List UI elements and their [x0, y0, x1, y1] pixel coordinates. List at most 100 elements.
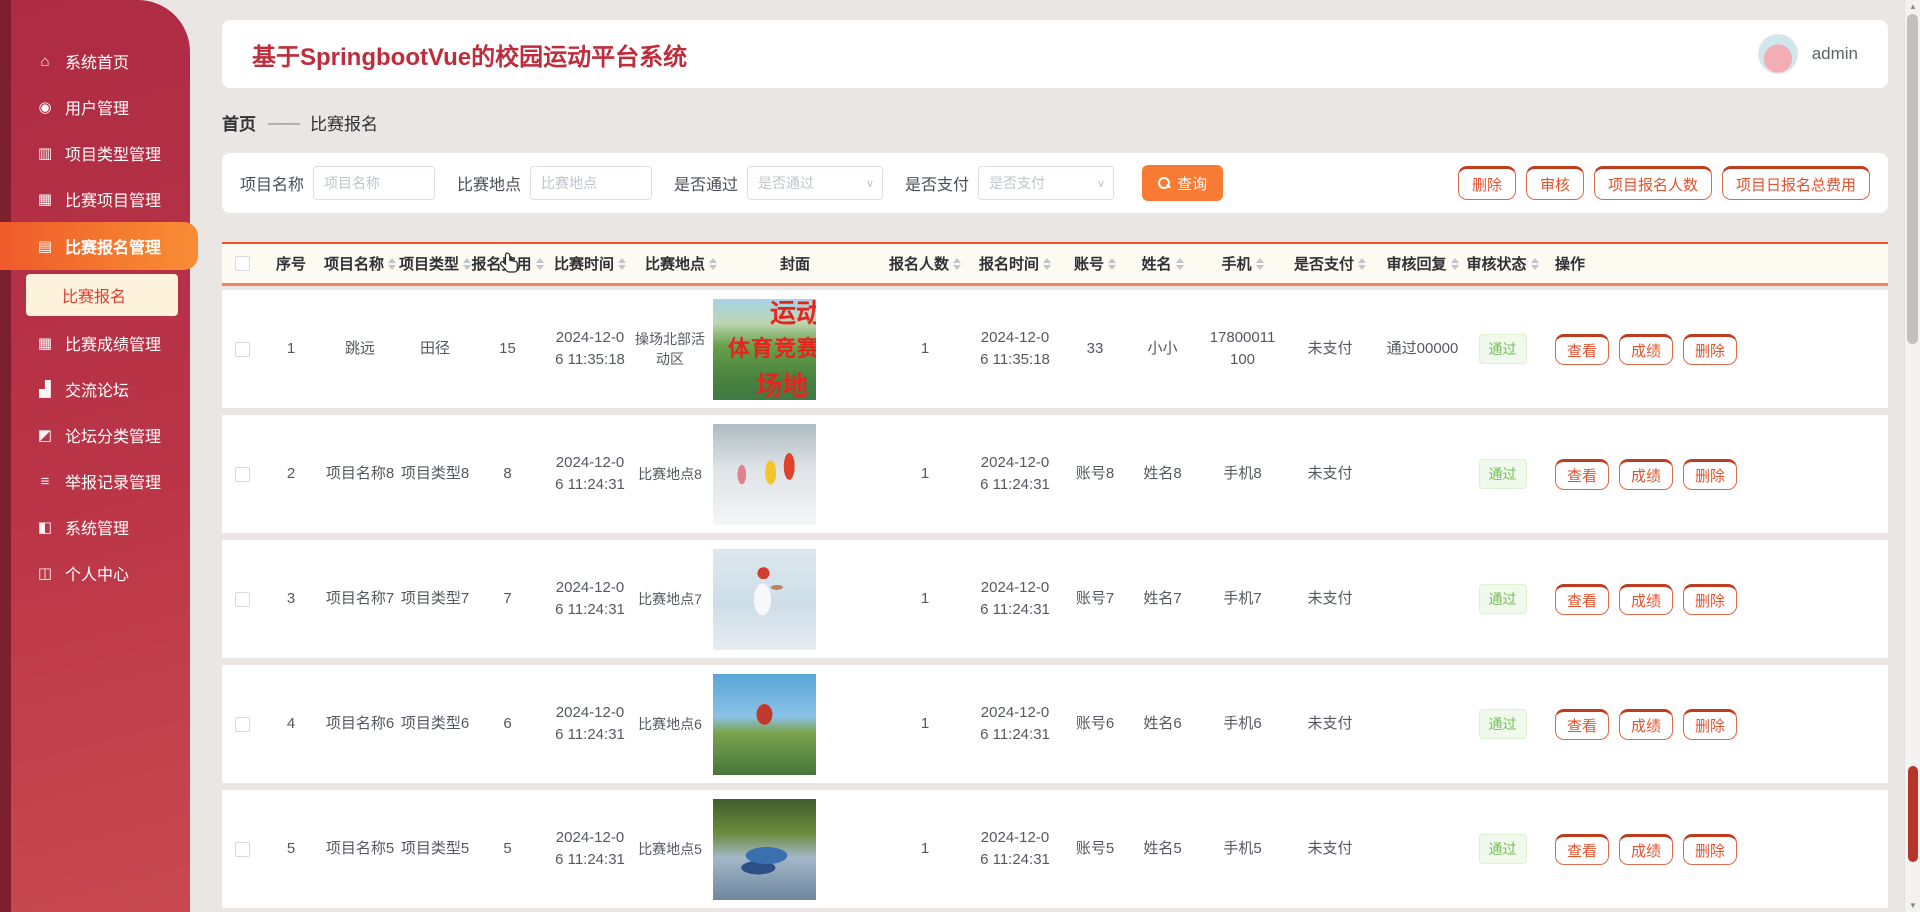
sort-carets-icon[interactable]	[388, 257, 396, 270]
column-header[interactable]: 审核回复	[1375, 253, 1470, 274]
row-checkbox[interactable]	[234, 341, 250, 357]
view-button[interactable]: 查看	[1555, 833, 1610, 865]
column-header[interactable]: 操作	[1535, 253, 1888, 274]
view-button[interactable]: 查看	[1555, 333, 1610, 365]
row-checkbox[interactable]	[234, 591, 250, 607]
row-checkbox[interactable]	[234, 841, 250, 857]
score-button[interactable]: 成绩	[1619, 708, 1674, 740]
column-header[interactable]: 是否支付	[1285, 253, 1375, 274]
sidebar-item[interactable]: ⌂ 系统首页	[0, 38, 190, 84]
score-button[interactable]: 成绩	[1619, 583, 1674, 615]
scroll-down-icon[interactable]: ▼	[1905, 901, 1920, 910]
scroll-up-icon[interactable]: ▲	[1905, 2, 1920, 11]
project-name-input[interactable]	[313, 166, 436, 200]
column-header[interactable]: 序号	[262, 253, 320, 274]
avatar[interactable]	[1757, 34, 1798, 74]
row-checkbox[interactable]	[234, 716, 250, 732]
sort-carets-icon[interactable]	[1175, 257, 1184, 270]
toolbar-button[interactable]: 项目报名人数	[1593, 166, 1712, 200]
filter-pass-label: 是否通过	[674, 177, 739, 194]
column-header[interactable]: 报名时间	[965, 253, 1065, 274]
delete-button[interactable]: 删除	[1683, 583, 1738, 615]
cell-phone: 手机8	[1223, 465, 1262, 483]
user-box[interactable]: admin	[1757, 34, 1858, 74]
column-header[interactable]: 账号	[1065, 253, 1125, 274]
scrollbar-thumb[interactable]	[1907, 14, 1918, 344]
cover-image[interactable]	[713, 798, 816, 900]
sort-carets-icon[interactable]	[1255, 257, 1264, 270]
cover-image[interactable]	[713, 423, 816, 525]
filter-location-label: 比赛地点	[457, 177, 522, 194]
column-header[interactable]: 比赛时间	[545, 253, 635, 274]
inner-scrollbar-thumb[interactable]	[1908, 766, 1918, 862]
sidebar-item[interactable]: ▤ 比赛报名管理	[0, 222, 198, 270]
cell-project-type: 田径	[419, 340, 450, 358]
match-location-input[interactable]	[530, 166, 653, 200]
vertical-scrollbar[interactable]: ▲ ▼	[1904, 0, 1920, 912]
cover-image[interactable]: 运动 体育竞赛 场地	[713, 298, 816, 400]
sidebar-item[interactable]: ▦ 比赛成绩管理	[0, 320, 190, 366]
toolbar-button[interactable]: 审核	[1525, 166, 1584, 200]
cell-actions: 查看 成绩 删除	[1535, 708, 1888, 740]
cell-signup-count: 1	[920, 590, 930, 608]
cell-username: 姓名8	[1143, 465, 1182, 483]
score-button[interactable]: 成绩	[1619, 458, 1674, 490]
sidebar-item-label: 系统首页	[65, 55, 130, 72]
column-header[interactable]: 项目类型	[399, 253, 472, 274]
column-header[interactable]: 姓名	[1125, 253, 1200, 274]
row-checkbox[interactable]	[234, 466, 250, 482]
breadcrumb-home[interactable]: 首页	[222, 110, 256, 135]
delete-button[interactable]: 删除	[1683, 708, 1738, 740]
table-row: 5 项目名称5 项目类型5 5 2024-12-06 11:24:31 比赛地点…	[222, 790, 1888, 908]
score-button[interactable]: 成绩	[1619, 833, 1674, 865]
filter-bar: 项目名称 比赛地点 是否通过 是否通过 ∨ 是否支付 是否支付 ∨	[222, 153, 1888, 213]
delete-button[interactable]: 删除	[1683, 333, 1738, 365]
home-icon: ⌂	[40, 52, 50, 70]
sort-carets-icon[interactable]	[1043, 257, 1051, 270]
score-button[interactable]: 成绩	[1619, 333, 1674, 365]
delete-button[interactable]: 删除	[1683, 833, 1738, 865]
sort-carets-icon[interactable]	[618, 257, 626, 270]
select-all-checkbox[interactable]	[234, 256, 250, 271]
sidebar-submenu-item[interactable]: 比赛报名	[26, 274, 178, 316]
view-button[interactable]: 查看	[1555, 458, 1610, 490]
view-button[interactable]: 查看	[1555, 583, 1610, 615]
pay-select[interactable]: 是否支付 ∨	[978, 166, 1115, 200]
toolbar-button[interactable]: 项目日报名总费用	[1721, 166, 1870, 200]
delete-button[interactable]: 删除	[1683, 458, 1738, 490]
sort-carets-icon[interactable]	[535, 257, 544, 270]
sort-carets-icon[interactable]	[1358, 257, 1366, 270]
cover-image[interactable]	[713, 673, 816, 775]
cell-account: 33	[1086, 340, 1104, 358]
sidebar-item[interactable]: ▦ 比赛项目管理	[0, 176, 190, 222]
column-header[interactable]: 报名人数	[885, 253, 965, 274]
table-row: 3 项目名称7 项目类型7 7 2024-12-06 11:24:31 比赛地点…	[222, 540, 1888, 658]
cell-actions: 查看 成绩 删除	[1535, 583, 1888, 615]
select-all-cell	[222, 256, 262, 271]
cell-project-name: 项目名称8	[325, 465, 395, 483]
chevron-down-icon: ∨	[865, 177, 875, 190]
sort-carets-icon[interactable]	[1108, 257, 1116, 270]
column-header[interactable]: 审核状态	[1467, 253, 1539, 274]
toolbar-button[interactable]: 删除	[1457, 166, 1516, 200]
view-button[interactable]: 查看	[1555, 708, 1610, 740]
submenu-label: 比赛报名	[62, 289, 127, 306]
column-header[interactable]: 报名费用	[470, 253, 545, 274]
sidebar-item[interactable]: ▟ 交流论坛	[0, 366, 190, 412]
column-header[interactable]: 项目名称	[320, 253, 400, 274]
column-header[interactable]: 比赛地点	[635, 253, 718, 274]
column-header[interactable]: 手机	[1200, 253, 1285, 274]
sort-carets-icon[interactable]	[1450, 257, 1459, 270]
search-button[interactable]: 查询	[1142, 165, 1224, 201]
cell-project-type: 项目类型7	[400, 590, 470, 608]
sidebar-item[interactable]: ◉ 用户管理	[0, 84, 190, 130]
cover-image[interactable]	[713, 548, 816, 650]
column-header[interactable]: 封面	[705, 253, 885, 274]
sort-carets-icon[interactable]	[953, 257, 961, 270]
sidebar-item[interactable]: ▥ 项目类型管理	[0, 130, 190, 176]
sidebar-item[interactable]: ◩ 论坛分类管理	[0, 412, 190, 458]
pass-select[interactable]: 是否通过 ∨	[747, 166, 884, 200]
sidebar-item[interactable]: ◧ 系统管理	[0, 504, 190, 550]
sidebar-item[interactable]: ≡ 举报记录管理	[0, 458, 190, 504]
sidebar-item[interactable]: ◫ 个人中心	[0, 550, 190, 596]
